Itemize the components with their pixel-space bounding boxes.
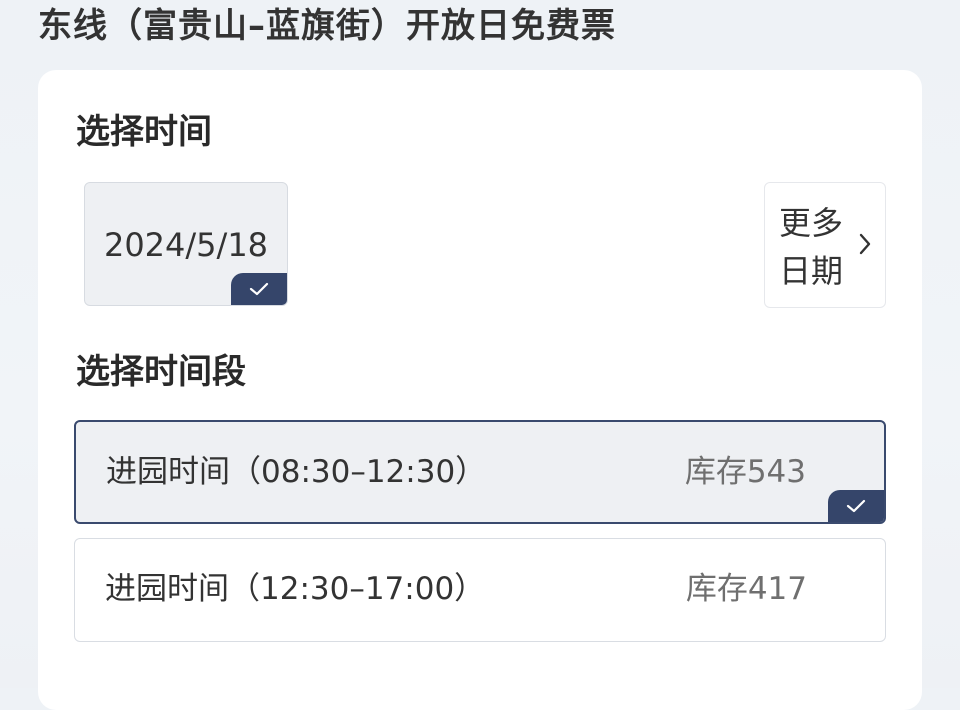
date-section-title: 选择时间: [76, 112, 212, 152]
time-slot-label: 进园时间（08:30–12:30）: [106, 454, 487, 490]
time-slot-label: 进园时间（12:30–17:00）: [105, 571, 486, 607]
time-slot-stock: 库存417: [685, 571, 807, 607]
more-dates-button[interactable]: 更多 日期: [764, 182, 886, 308]
date-option-label: 2024/5/18: [103, 226, 269, 264]
ticket-card: 选择时间 2024/5/18 更多 日期 选择时间段 进园时间（08:30–12…: [38, 70, 922, 710]
slot-section-title: 选择时间段: [76, 352, 246, 392]
chevron-right-icon: [859, 233, 871, 255]
time-slot-stock: 库存543: [684, 454, 806, 490]
selected-check-badge: [828, 490, 884, 522]
time-slot-option[interactable]: 进园时间（12:30–17:00） 库存417: [74, 538, 886, 642]
check-icon: [249, 282, 269, 296]
date-option-selected[interactable]: 2024/5/18: [84, 182, 288, 306]
selected-check-badge: [231, 273, 287, 305]
page-title: 东线（富贵山–蓝旗街）开放日免费票: [38, 6, 616, 46]
time-slot-option[interactable]: 进园时间（08:30–12:30） 库存543: [74, 420, 886, 524]
check-icon: [846, 499, 866, 513]
more-dates-label: 更多 日期: [779, 204, 844, 290]
